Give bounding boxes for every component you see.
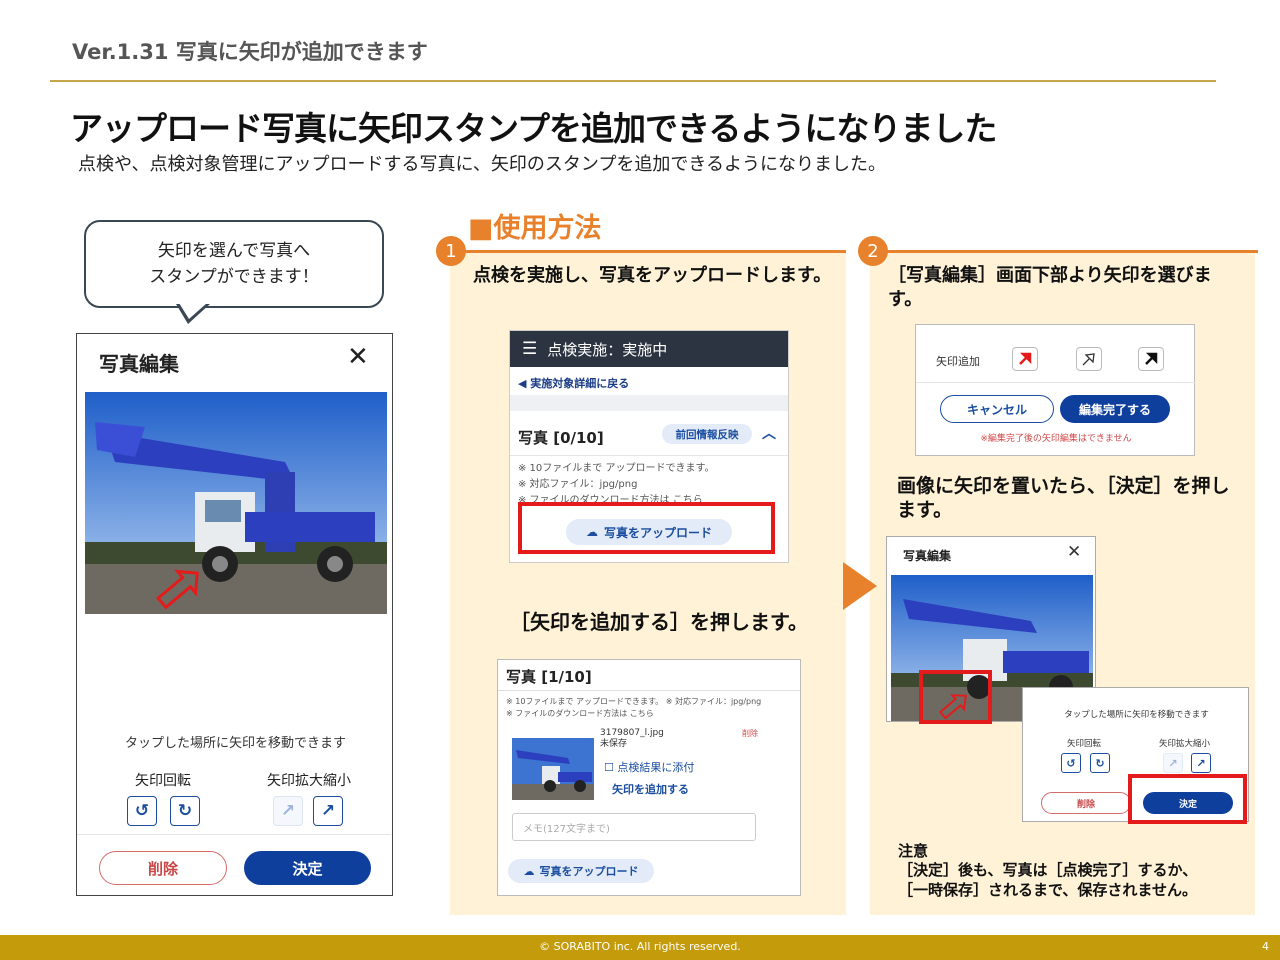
attach-checkbox[interactable]: ☐ 点検結果に添付 xyxy=(604,759,694,775)
close-icon[interactable]: ✕ xyxy=(1067,542,1081,562)
confirm-button[interactable]: 決定 xyxy=(244,851,371,885)
page-headline: アップロード写真に矢印スタンプを追加できるようになりました xyxy=(70,109,997,148)
scale-label: 矢印拡大縮小 xyxy=(1159,739,1211,749)
rotate-left-icon[interactable]: ↺ xyxy=(127,796,157,826)
dialog-title: 写真編集 xyxy=(903,549,952,563)
cancel-button[interactable]: キャンセル xyxy=(940,395,1054,423)
rotate-right-icon[interactable]: ↻ xyxy=(1090,753,1110,773)
delete-link[interactable]: 削除 xyxy=(742,728,758,739)
upload-photo-label: 写真をアップロード xyxy=(539,865,639,878)
divider xyxy=(498,690,800,691)
back-arrow-icon: ◀ xyxy=(518,377,531,390)
highlight-box xyxy=(919,670,992,724)
screen-header: ☰ 点検実施：実施中 xyxy=(510,331,788,367)
note-title: 注意 xyxy=(898,842,929,860)
rotate-left-icon[interactable]: ↺ xyxy=(1061,753,1081,773)
shrink-arrow-icon[interactable]: ↗ xyxy=(273,796,303,826)
photo-edit-dialog: 写真編集 ✕ タップした場所に矢印を移動できます 矢印回転 矢印拡大縮小 ↺ ↻… xyxy=(76,333,393,896)
divider xyxy=(77,834,391,835)
shrink-arrow-icon[interactable]: ↗ xyxy=(1163,753,1183,773)
rotate-label: 矢印回転 xyxy=(135,773,191,789)
close-icon[interactable]: ✕ xyxy=(347,342,369,372)
flow-arrow-icon xyxy=(843,562,877,610)
step2-text2: 画像に矢印を置いたら、［決定］を押します。 xyxy=(897,475,1230,521)
photo-count-title: 写真 [0/10] xyxy=(518,429,604,447)
checkbox-icon: ☐ xyxy=(604,761,618,774)
step2-line xyxy=(870,250,1258,253)
delete-button[interactable]: 削除 xyxy=(99,851,227,885)
screen-header-title: 点検実施：実施中 xyxy=(547,340,668,359)
upload-note: ※ 10ファイルまで アップロードできます。 xyxy=(518,463,715,474)
enlarge-arrow-icon[interactable]: ↗ xyxy=(313,796,343,826)
outline-arrow-icon[interactable] xyxy=(1076,347,1102,371)
divider xyxy=(916,382,1196,383)
photo-thumbnail[interactable] xyxy=(512,738,594,800)
memo-input[interactable]: メモ(127文字まで) xyxy=(512,813,756,841)
highlight-box xyxy=(518,502,775,554)
red-arrow-icon[interactable] xyxy=(1012,347,1038,371)
arrow-add-screen: 矢印追加 キャンセル 編集完了する ※編集完了後の矢印編集はできません xyxy=(915,324,1196,456)
previous-info-button[interactable]: 前回情報反映 xyxy=(662,424,752,444)
photo-count-title: 写真 [1/10] xyxy=(506,668,592,686)
highlight-box xyxy=(1128,774,1247,824)
page-subline: 点検や、点検対象管理にアップロードする写真に、矢印のスタンプを追加できるようにな… xyxy=(78,154,887,175)
move-hint: タップした場所に矢印を移動できます xyxy=(124,736,346,751)
back-link-label: 実施対象詳細に戻る xyxy=(530,377,630,390)
cloud-upload-icon: ☁ xyxy=(523,864,535,878)
finish-edit-button[interactable]: 編集完了する xyxy=(1060,395,1170,423)
add-arrow-link[interactable]: 矢印を追加する xyxy=(612,781,689,797)
menu-icon[interactable]: ☰ xyxy=(522,339,537,359)
dialog-title: 写真編集 xyxy=(99,352,179,376)
header-divider xyxy=(50,80,1216,82)
file-status: 未保存 xyxy=(600,739,628,749)
divider xyxy=(510,455,788,456)
download-note: ※ ファイルのダウンロード方法は こちら xyxy=(506,709,654,718)
back-link[interactable]: ◀ 実施対象詳細に戻る xyxy=(518,375,629,391)
speech-bubble: 矢印を選んで写真へ スタンプができます！ xyxy=(84,220,384,308)
rotate-right-icon[interactable]: ↻ xyxy=(170,796,200,826)
edit-note: ※編集完了後の矢印編集はできません xyxy=(980,434,1132,444)
grey-band xyxy=(510,395,788,411)
photo-list-screen: 写真 [1/10] ※ 10ファイルまで アップロードできます。 ※ 対応ファイ… xyxy=(497,659,801,896)
speech-bubble-tail-inner xyxy=(179,303,207,319)
scale-label: 矢印拡大縮小 xyxy=(267,773,351,789)
enlarge-arrow-icon[interactable]: ↗ xyxy=(1191,753,1211,773)
copyright: © SORABITO inc. All rights reserved. xyxy=(539,940,741,953)
step1-text2: ［矢印を追加する］を押します。 xyxy=(510,610,808,634)
file-info: 3179807_l.jpg 未保存 xyxy=(600,728,664,750)
file-name: 3179807_l.jpg xyxy=(600,728,664,738)
move-hint: タップした場所に矢印を移動できます xyxy=(1064,710,1209,720)
step2-text: ［写真編集］画面下部より矢印を選びます。 xyxy=(888,265,1212,310)
version-title: Ver.1.31 写真に矢印が追加できます xyxy=(72,40,428,64)
how-to-title: ■使用方法 xyxy=(468,213,602,244)
step1-line xyxy=(450,250,846,253)
attach-checkbox-label: 点検結果に添付 xyxy=(617,761,695,774)
upload-note: ※ 10ファイルまで アップロードできます。 ※ 対応ファイル：jpg/png xyxy=(506,697,762,706)
delete-button[interactable]: 削除 xyxy=(1041,792,1131,814)
rotate-label: 矢印回転 xyxy=(1067,739,1102,749)
upload-photo-button[interactable]: ☁ 写真をアップロード xyxy=(508,859,654,883)
step2-number: 2 xyxy=(858,236,888,266)
chevron-up-icon[interactable]: ︿ xyxy=(762,423,776,443)
black-arrow-icon[interactable] xyxy=(1138,347,1164,371)
truck-photo[interactable] xyxy=(85,392,387,614)
note-body: ［決定］後も、写真は［点検完了］するか、 ［一時保存］されるまで、保存されません… xyxy=(898,861,1198,899)
step1-text: 点検を実施し、写真をアップロードします。 xyxy=(473,265,832,286)
file-type-note: ※ 対応ファイル：jpg/png xyxy=(518,479,638,490)
arrow-add-label: 矢印追加 xyxy=(936,355,980,368)
page-number: 4 xyxy=(1262,940,1269,953)
step1-number: 1 xyxy=(436,236,466,266)
